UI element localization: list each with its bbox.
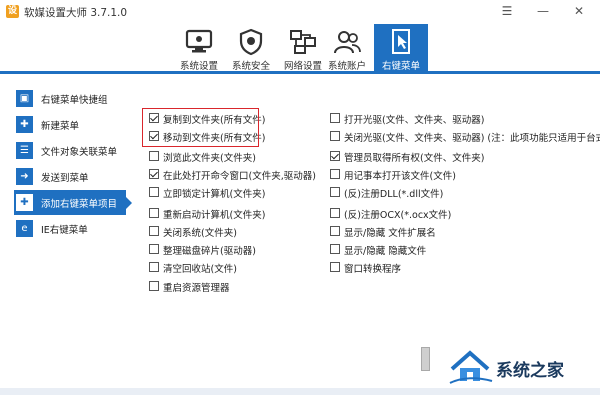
sidebar-item-label: 发送到菜单 — [41, 173, 89, 184]
sidebar-item-label: 新建菜单 — [41, 121, 80, 132]
network-icon — [290, 30, 316, 54]
sidebar-item-label: 文件对象关联菜单 — [41, 147, 118, 158]
tab-label: 网络设置 — [283, 61, 322, 72]
mouse-pointer-icon — [392, 29, 410, 54]
users-icon — [334, 31, 361, 54]
close-icon[interactable]: ✕ — [568, 2, 590, 20]
sidebar-item-label: 添加右键菜单项目 — [41, 199, 118, 210]
option-label: 用记事本打开该文件(文件) — [344, 171, 456, 182]
option-label: 清空回收站(文件) — [163, 264, 237, 275]
main-toolbar: 系统设置 系统安全 网络设置 系统账户 右键菜单 — [0, 24, 600, 72]
toolbar-divider — [0, 71, 600, 74]
checkbox[interactable] — [330, 226, 340, 236]
option-label: 显示/隐藏 隐藏文件 — [344, 246, 427, 257]
checkbox[interactable] — [149, 169, 159, 179]
option-label: 关闭光驱(文件、文件夹、驱动器) (注：此项功能只适用于台式机) — [344, 133, 600, 144]
tab-label: 系统设置 — [179, 61, 218, 72]
sidebar-item-add-items[interactable]: ✚ 添加右键菜单项目 — [14, 190, 132, 215]
watermark: 系统之家 — [440, 349, 590, 385]
tab-system-accounts[interactable]: 系统账户 — [322, 24, 372, 72]
menu-icon[interactable]: ☰ — [496, 2, 518, 20]
checkbox[interactable] — [149, 262, 159, 272]
checkbox[interactable] — [149, 244, 159, 254]
tab-system-settings[interactable]: 系统设置 — [174, 24, 224, 72]
option-label: (反)注册OCX(*.ocx文件) — [344, 210, 452, 221]
option-label: 立即锁定计算机(文件夹) — [163, 189, 266, 200]
house-logo-icon — [449, 350, 493, 384]
checkbox[interactable] — [149, 151, 159, 161]
checkbox[interactable] — [330, 113, 340, 123]
checkbox[interactable] — [149, 226, 159, 236]
option-label: 管理员取得所有权(文件、文件夹) — [344, 153, 485, 164]
checkbox[interactable] — [149, 187, 159, 197]
ie-icon: e — [16, 220, 33, 237]
checkbox[interactable] — [330, 244, 340, 254]
tab-label: 右键菜单 — [381, 61, 420, 72]
group-icon: ▣ — [16, 90, 33, 107]
option-label: 整理磁盘碎片(驱动器) — [163, 246, 256, 257]
scrollbar-thumb[interactable] — [421, 347, 430, 371]
tab-system-security[interactable]: 系统安全 — [226, 24, 276, 72]
highlight-box — [142, 108, 259, 147]
sidebar-item-shortcut-group[interactable]: ▣ 右键菜单快捷组 — [14, 86, 126, 111]
tab-context-menu[interactable]: 右键菜单 — [374, 24, 428, 72]
sidebar-item-send-to[interactable]: ➜ 发送到菜单 — [14, 164, 126, 189]
sidebar-item-label: IE右键菜单 — [41, 225, 88, 236]
file-menu-icon: ☰ — [16, 142, 33, 159]
checkbox[interactable] — [149, 208, 159, 218]
option-label: 显示/隐藏 文件扩展名 — [344, 228, 436, 239]
option-label: 浏览此文件夹(文件夹) — [163, 153, 256, 164]
tab-label: 系统账户 — [327, 61, 366, 72]
shield-icon — [239, 28, 263, 56]
sidebar-item-ie-menu[interactable]: e IE右键菜单 — [14, 216, 126, 241]
sidebar-item-new-menu[interactable]: ✚ 新建菜单 — [14, 112, 126, 137]
option-label: 打开光驱(文件、文件夹、驱动器) — [344, 115, 485, 126]
checkbox[interactable] — [330, 187, 340, 197]
checkbox[interactable] — [330, 169, 340, 179]
send-to-icon: ➜ — [16, 168, 33, 185]
tab-network-settings[interactable]: 网络设置 — [278, 24, 328, 72]
checkbox[interactable] — [330, 151, 340, 161]
add-item-icon: ✚ — [16, 194, 33, 211]
sidebar-item-label: 右键菜单快捷组 — [41, 95, 108, 106]
watermark-text: 系统之家 — [496, 361, 564, 381]
option-label: (反)注册DLL(*.dll文件) — [344, 189, 444, 200]
checkbox[interactable] — [149, 281, 159, 291]
checkbox[interactable] — [330, 262, 340, 272]
tab-label: 系统安全 — [231, 61, 270, 72]
minimize-icon[interactable]: — — [532, 2, 554, 20]
option-label: 窗口转换程序 — [344, 264, 402, 275]
window-title: 软媒设置大师 3.7.1.0 — [24, 7, 128, 19]
checkbox[interactable] — [330, 131, 340, 141]
option-label: 在此处打开命令窗口(文件夹,驱动器) — [163, 171, 316, 182]
new-menu-icon: ✚ — [16, 116, 33, 133]
app-logo-icon: 设 — [6, 5, 19, 18]
option-label: 重启资源管理器 — [163, 283, 230, 294]
title-bar: 设 软媒设置大师 3.7.1.0 ☰ — ✕ — [0, 0, 600, 24]
status-strip — [0, 388, 600, 395]
checkbox[interactable] — [330, 208, 340, 218]
option-label: 关闭系统(文件夹) — [163, 228, 237, 239]
sidebar: ▣ 右键菜单快捷组 ✚ 新建菜单 ☰ 文件对象关联菜单 ➜ 发送到菜单 ✚ 添加… — [14, 86, 132, 242]
sidebar-item-file-menu[interactable]: ☰ 文件对象关联菜单 — [14, 138, 126, 163]
option-label: 重新启动计算机(文件夹) — [163, 210, 266, 221]
monitor-settings-icon — [185, 29, 213, 53]
